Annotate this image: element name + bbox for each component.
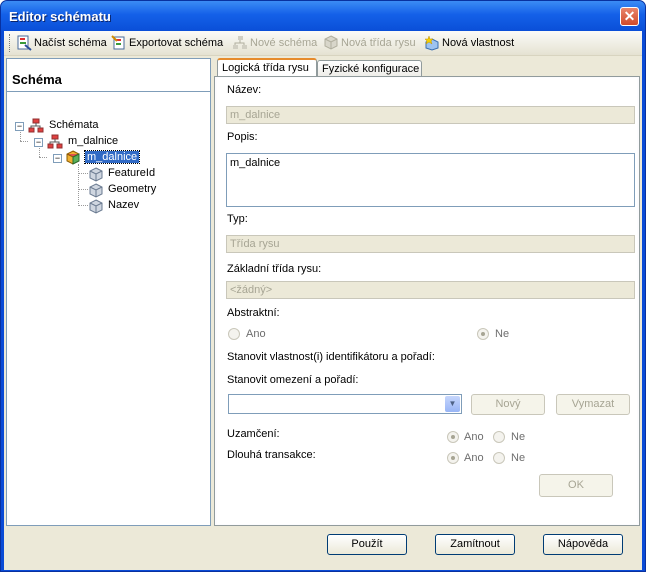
tree-node-schemas-label: Schémata	[49, 119, 99, 131]
panel-divider	[7, 91, 210, 92]
tree-line	[78, 205, 88, 206]
long-tx-no-label: Ne	[511, 452, 526, 464]
collapse-toggle[interactable]: −	[15, 122, 24, 131]
export-schema-icon	[111, 35, 125, 50]
new-feature-class-button[interactable]: Nová třída rysu	[323, 33, 420, 53]
tree-line	[39, 157, 47, 158]
load-schema-label: Načíst schéma	[34, 37, 107, 49]
base-class-label: Základní třída rysu:	[227, 263, 322, 275]
description-field[interactable]: m_dalnice	[226, 153, 635, 207]
tab-logical-class[interactable]: Logická třída rysu	[217, 58, 317, 76]
new-property-label: Nová vlastnost	[442, 37, 515, 49]
new-feature-class-label: Nová třída rysu	[341, 37, 416, 49]
property-icon	[89, 199, 103, 214]
editor-window: Editor schématu ✕ Načíst schéma Exportov…	[0, 0, 646, 572]
new-schema-icon	[233, 36, 247, 49]
schema-panel-title: Schéma	[12, 72, 62, 87]
locking-yes-radio[interactable]	[447, 431, 459, 443]
new-property-button[interactable]: Nová vlastnost	[424, 33, 516, 53]
identity-label: Stanovit vlastnost(i) identifikátoru a p…	[227, 351, 435, 363]
load-schema-icon	[17, 35, 32, 51]
tree-leaf[interactable]: Geometry	[88, 182, 198, 198]
load-schema-button[interactable]: Načíst schéma	[16, 33, 107, 53]
tree-line	[78, 189, 88, 190]
tree-leaf-label: Nazev	[108, 199, 140, 211]
schemas-icon	[28, 118, 44, 133]
name-field[interactable]: m_dalnice	[226, 106, 635, 124]
client-area: Načíst schéma Exportovat schéma Nové sch…	[4, 31, 642, 570]
tree-line	[78, 164, 79, 206]
long-tx-no-radio[interactable]	[493, 452, 505, 464]
locking-no-label: Ne	[511, 431, 526, 443]
new-property-icon	[424, 35, 439, 51]
tree-node-feature-class[interactable]: − m_dalnice	[53, 150, 173, 166]
type-label: Typ:	[227, 213, 248, 225]
base-class-field[interactable]: <žádný>	[226, 281, 635, 299]
cancel-button[interactable]: Zamítnout	[435, 534, 515, 555]
new-feature-class-icon	[324, 35, 338, 50]
long-tx-yes-radio[interactable]	[447, 452, 459, 464]
long-transaction-label: Dlouhá transakce:	[227, 449, 316, 461]
tree-leaf[interactable]: Nazev	[88, 198, 198, 214]
collapse-toggle[interactable]: −	[34, 138, 43, 147]
tree-node-schema[interactable]: − m_dalnice	[34, 134, 154, 150]
export-schema-label: Exportovat schéma	[129, 37, 224, 49]
locking-label: Uzamčení:	[227, 428, 280, 440]
property-icon	[89, 183, 103, 198]
property-icon	[89, 167, 103, 182]
tree-line	[78, 173, 88, 174]
abstract-label: Abstraktní:	[227, 307, 280, 319]
tree-node-schema-label: m_dalnice	[68, 135, 119, 147]
type-field[interactable]: Třída rysu	[226, 235, 635, 253]
toolbar: Načíst schéma Exportovat schéma Nové sch…	[4, 31, 642, 56]
long-tx-yes-label: Ano	[464, 452, 484, 464]
tree-node-feature-class-label: m_dalnice	[83, 150, 141, 164]
tree-leaf-label: Geometry	[108, 183, 157, 195]
close-button[interactable]: ✕	[620, 7, 639, 26]
schema-tree-panel: Schéma − Schémata − m_dalnice − m_dalnic…	[6, 58, 211, 526]
constraints-combo[interactable]: ▼	[228, 394, 462, 414]
delete-constraint-button[interactable]: Vymazat	[556, 394, 630, 415]
new-constraint-button[interactable]: Nový	[471, 394, 545, 415]
help-button[interactable]: Nápověda	[543, 534, 623, 555]
description-label: Popis:	[227, 131, 258, 143]
tree-node-schemas[interactable]: − Schémata	[15, 118, 135, 134]
new-schema-button[interactable]: Nové schéma	[232, 33, 317, 53]
abstract-yes-radio[interactable]	[228, 328, 240, 340]
tree-leaf[interactable]: FeatureId	[88, 166, 198, 182]
export-schema-button[interactable]: Exportovat schéma	[111, 33, 226, 53]
logical-class-form: Název: m_dalnice Popis: m_dalnice Typ: T…	[217, 78, 637, 524]
name-label: Název:	[227, 84, 262, 96]
locking-no-radio[interactable]	[493, 431, 505, 443]
apply-button[interactable]: Použít	[327, 534, 407, 555]
abstract-no-label: Ne	[495, 328, 510, 340]
tree-leaf-label: FeatureId	[108, 167, 156, 179]
title-bar[interactable]: Editor schématu ✕	[1, 1, 645, 31]
collapse-toggle[interactable]: −	[53, 154, 62, 163]
abstract-no-radio[interactable]	[477, 328, 489, 340]
new-schema-label: Nové schéma	[250, 37, 318, 49]
feature-class-icon	[66, 150, 80, 165]
ok-button[interactable]: OK	[539, 474, 613, 497]
abstract-yes-label: Ano	[246, 328, 266, 340]
schema-icon	[47, 134, 63, 149]
constraints-label: Stanovit omezení a pořadí:	[227, 374, 359, 386]
chevron-down-icon[interactable]: ▼	[445, 396, 460, 412]
window-title: Editor schématu	[9, 9, 111, 24]
toolbar-grip[interactable]	[9, 34, 13, 52]
tree-line	[20, 141, 28, 142]
locking-yes-label: Ano	[464, 431, 484, 443]
